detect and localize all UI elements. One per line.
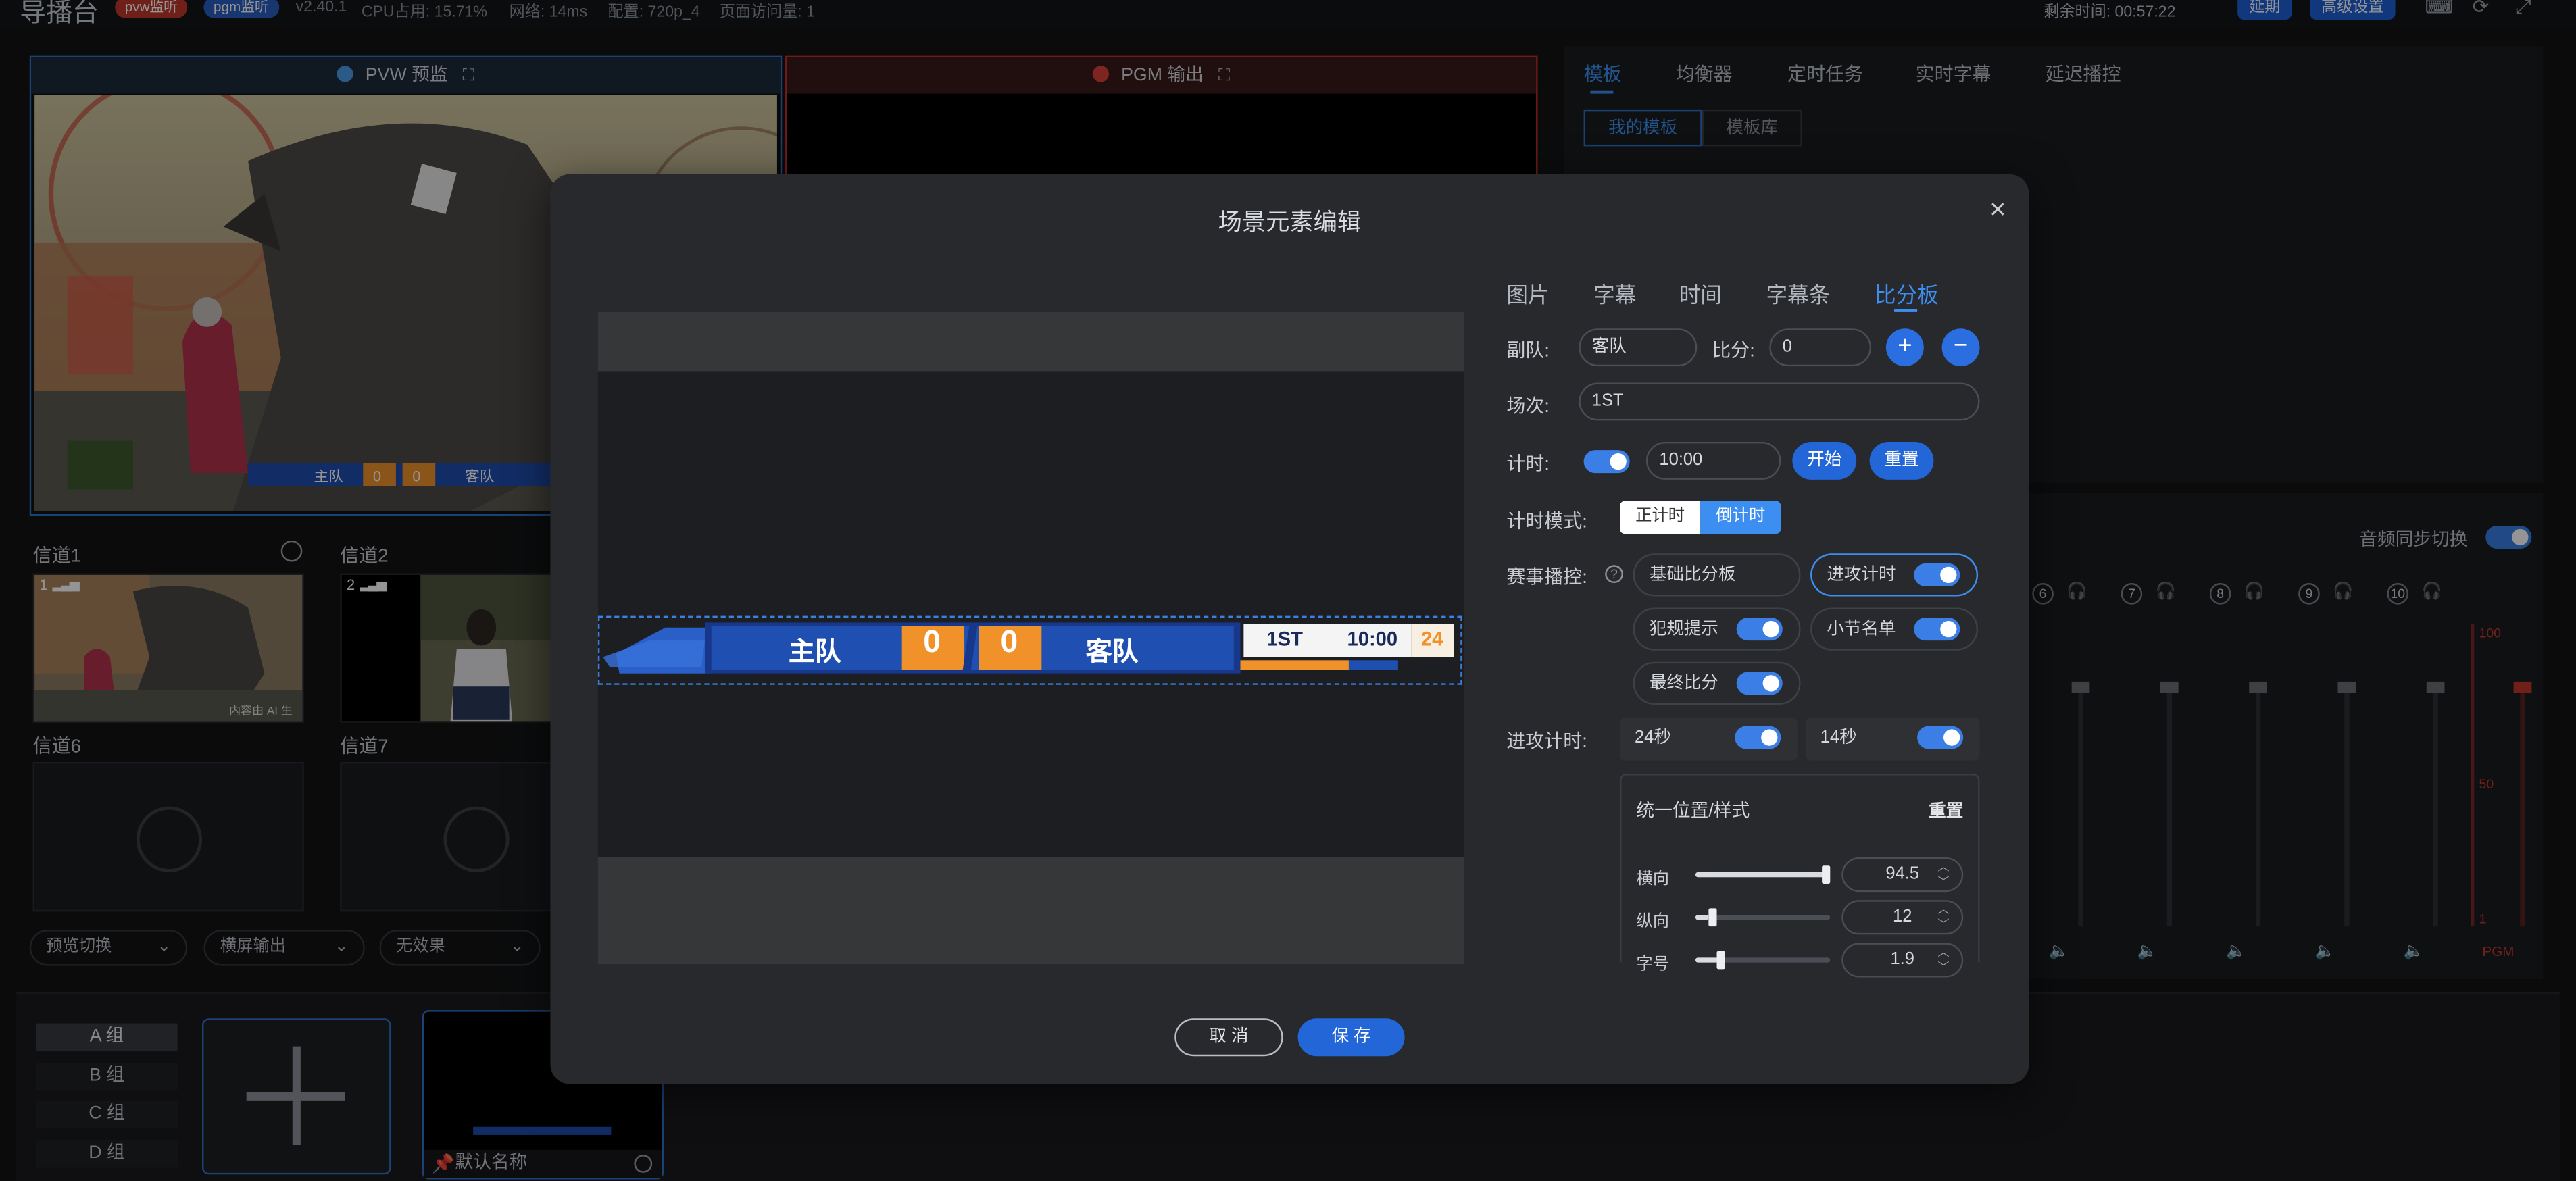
score-input[interactable]: 0 [1769,328,1872,367]
attack-24s-toggle[interactable] [1735,726,1781,749]
chip-foul-label: 犯规提示 [1649,619,1718,639]
position-style-panel: 统一位置/样式 重置 横向 94.5 ︿ ﹀ 纵向 12 ︿ ﹀ 字号 1.9 ︿ ﹀ [1620,774,1981,978]
slider-label: 字号 [1636,955,1670,974]
scoreboard-shot-clock: 24 [1420,627,1443,651]
tab-subtitle-bar[interactable]: 字幕条 [1766,278,1830,309]
decrement-icon[interactable]: ﹀ [1932,961,1955,976]
preview-frame [597,371,1464,858]
period-label: 场次: [1506,397,1550,418]
scoreboard-graphic [603,622,1454,674]
final-score-toggle[interactable] [1736,672,1783,695]
chip-roster[interactable]: 小节名单 [1810,607,1979,651]
chip-basic-scoreboard[interactable]: 基础比分板 [1633,553,1801,597]
save-button[interactable]: 保 存 [1297,1018,1405,1057]
slider-knob[interactable] [1708,908,1717,927]
active-tab-indicator [1894,309,1918,312]
attack-14s-toggle[interactable] [1917,726,1964,749]
tab-scoreboard[interactable]: 比分板 [1875,278,1939,309]
slider-value: 1.9 [1890,949,1914,970]
preview-canvas: 主队 0 0 客队 1ST 10:00 24 [597,311,1464,965]
attack-24s-label: 24秒 [1634,727,1671,748]
tab-image[interactable]: 图片 [1506,278,1549,309]
chip-final-score[interactable]: 最终比分 [1633,661,1801,705]
slider-row: 纵向 12 ︿ ﹀ [1622,900,1981,936]
modal-title: 场景元素编辑 [1218,210,1362,237]
slider-fill [1695,872,1827,878]
scoreboard-away: 客队 [1085,638,1139,668]
foul-hint-toggle[interactable] [1736,618,1783,641]
chip-attack-timer[interactable]: 进攻计时 [1810,553,1979,597]
roster-toggle[interactable] [1914,618,1960,641]
timer-start-button[interactable]: 开始 [1792,441,1857,480]
scoreboard-away-score: 0 [1000,626,1018,661]
slider-fill [1695,957,1718,963]
slider-value-input[interactable]: 12 ︿ ﹀ [1841,900,1964,935]
chip-foul-hint[interactable]: 犯规提示 [1633,607,1801,651]
score-label: 比分: [1712,341,1755,361]
period-input[interactable]: 1ST [1579,382,1980,421]
score-minus-button[interactable]: − [1941,328,1980,367]
chip-attack-label: 进攻计时 [1827,565,1896,585]
cancel-button[interactable]: 取 消 [1174,1018,1283,1057]
increment-icon[interactable]: ︿ [1932,861,1955,876]
slider-value-input[interactable]: 1.9 ︿ ﹀ [1841,943,1964,978]
slider-knob[interactable] [1822,865,1831,884]
slider-value: 94.5 [1885,863,1920,884]
decrement-icon[interactable]: ﹀ [1932,876,1955,890]
attack-24s-option[interactable]: 24秒 [1620,718,1798,761]
close-icon[interactable]: × [1989,194,2006,227]
chip-basic-label: 基础比分板 [1649,565,1736,585]
attack-timer-toggle[interactable] [1914,563,1960,586]
scoreboard-clock: 10:00 [1347,627,1398,651]
tab-subtitle[interactable]: 字幕 [1593,278,1636,309]
timer-reset-button[interactable]: 重置 [1869,441,1934,480]
help-icon[interactable]: ? [1605,565,1623,584]
event-control-label: 赛事播控: [1506,568,1587,588]
increment-icon[interactable]: ︿ [1932,903,1955,918]
scoreboard-selection[interactable]: 主队 0 0 客队 1ST 10:00 24 [597,615,1462,685]
mode-count-down[interactable]: 倒计时 [1700,501,1781,534]
slider-value-input[interactable]: 94.5 ︿ ﹀ [1841,857,1964,893]
away-team-label: 副队: [1506,341,1550,361]
attack-14s-label: 14秒 [1820,727,1857,748]
scoreboard-home: 主队 [788,638,841,668]
slider-value: 12 [1893,906,1912,927]
scoreboard-period: 1ST [1266,627,1303,651]
slider-label: 纵向 [1636,913,1670,932]
attack-timer-label: 进攻计时: [1506,732,1587,753]
score-plus-button[interactable]: + [1885,328,1924,367]
tab-time[interactable]: 时间 [1679,278,1722,309]
slider-fill [1695,915,1709,920]
decrement-icon[interactable]: ﹀ [1932,918,1955,933]
slider-knob[interactable] [1716,951,1725,970]
slider-row: 字号 1.9 ︿ ﹀ [1622,943,1981,978]
timer-mode-label: 计时模式: [1506,512,1587,532]
away-team-input[interactable]: 客队 [1579,328,1698,367]
timer-input[interactable]: 10:00 [1645,441,1781,480]
mode-count-up[interactable]: 正计时 [1620,501,1701,534]
attack-14s-option[interactable]: 14秒 [1805,718,1980,761]
slider-label: 横向 [1636,870,1670,889]
position-style-title: 统一位置/样式 [1636,801,1750,822]
timer-label: 计时: [1506,455,1550,475]
scene-element-editor-modal: 场景元素编辑 × 主队 0 0 客队 1ST 10:00 24 图片 字幕 时间… [550,174,2029,1084]
scoreboard-home-score: 0 [923,626,941,661]
increment-icon[interactable]: ︿ [1932,946,1955,961]
position-reset-button[interactable]: 重置 [1929,799,1963,823]
slider-row: 横向 94.5 ︿ ﹀ [1622,857,1981,893]
timer-toggle[interactable] [1583,450,1630,474]
chip-final-label: 最终比分 [1649,673,1718,693]
chip-roster-label: 小节名单 [1827,619,1896,639]
